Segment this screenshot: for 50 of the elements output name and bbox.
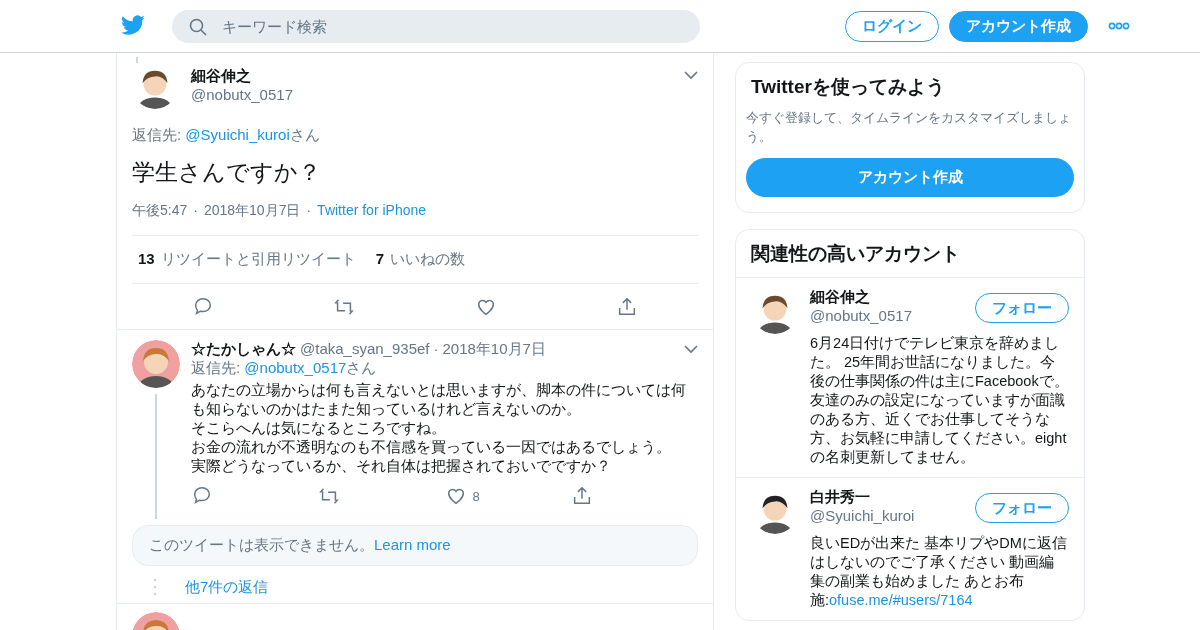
search-field[interactable]: キーワード検索 [172,9,700,43]
card-title: 関連性の高いアカウント [736,230,1084,278]
ellipsis-icon [153,578,157,596]
separator-dot: · [306,202,312,220]
stat-count[interactable]: 7 いいねの数 [375,250,466,269]
reply-to-text: 返信先: @Syuichi_kuroiさん [132,126,321,145]
user-name[interactable]: 細谷伸之 [191,67,293,86]
user-name[interactable]: 白井秀一 [810,488,915,507]
user-handle[interactable]: @taka_syan_935ef [300,340,430,357]
card-title: Twitterを使ってみよう [750,75,946,99]
follow-button[interactable]: フォロー [975,293,1069,323]
avatar [132,340,180,388]
user-name[interactable]: ☆たかしゃん☆ [191,340,296,359]
reply-icon[interactable] [191,485,213,507]
stat-count[interactable]: 13 リツイートと引用リツイート [138,250,356,269]
signup-button[interactable]: アカウント作成 [746,158,1074,197]
like-count: 8 [472,488,480,504]
separator-dot: · [433,340,439,357]
learn-more-link[interactable]: Learn more [374,536,451,553]
login-button[interactable]: ログイン [845,10,939,42]
tweet-text-line: あなたの立場からは何も言えないとは思いますが、脚本の件については何も知らないのかはたまた知っているけれど言えないのか。 [191,380,687,418]
bio-link[interactable]: ofuse.me/#users/7164 [829,592,973,608]
user-handle[interactable]: @nobutx_0517 [191,86,293,103]
mention-link[interactable]: @nobutx_0517 [244,359,347,376]
user-bio: 6月24日付けでテレビ東京を辞めました。 25年間お世話になりました。今後の仕事関係の件は主にFacebookで。友達のみの設定になっていますが面識のある方、近くでお仕事してそうな方、お気軽に申請してください。eightの名刺更新してません。 [810,334,1069,467]
unavailable-notice: このツイートは表示できません。Learn more [132,525,698,566]
bird-logo[interactable] [120,15,146,37]
source-link[interactable]: Twitter for iPhone [317,202,427,220]
user-bio: 良いEDが出来た 基本リプやDMに返信はしないのでご了承ください 動画編集の副業も始めました あとお布施:ofuse.me/#users/7164 [810,534,1068,610]
more-replies-link[interactable]: 他7件の返信 [185,578,269,597]
tweet-text-line: 実際どうなっているか、それ自体は把握されておいでですか？ [191,456,612,475]
chevron-icon[interactable] [684,345,698,354]
tweet-time[interactable]: 午後5:47 [132,202,188,220]
user-handle[interactable]: @Syuichi_kuroi [810,507,915,524]
user-handle[interactable]: @nobutx_0517 [810,307,912,324]
tweet-text-line: お金の流れが不透明なのも不信感を買っている一因ではあるでしょう。 [191,437,672,456]
tweet-text-line: そこらへんは気になるところですね。 [191,418,447,437]
follow-button[interactable]: フォロー [975,493,1069,523]
mention-link[interactable]: @Syuichi_kuroi [185,126,290,143]
reply-to-text: 返信先: @nobutx_0517さん [191,359,378,378]
chevron-icon[interactable] [684,71,698,80]
more-icon[interactable] [1108,22,1130,30]
tweet-date[interactable]: 2018年10月7日 [203,202,301,220]
signup-button[interactable]: アカウント作成 [949,10,1088,42]
card-subtitle: 今すぐ登録して、タイムラインをカスタマイズしましょう。 [745,109,1072,146]
user-name[interactable]: 細谷伸之 [810,288,912,307]
separator-dot: · [193,202,198,220]
tweet-text: 学生さんですか？ [132,158,322,187]
tweet-date[interactable]: 2018年10月7日 [442,340,546,359]
search-icon [189,17,207,36]
